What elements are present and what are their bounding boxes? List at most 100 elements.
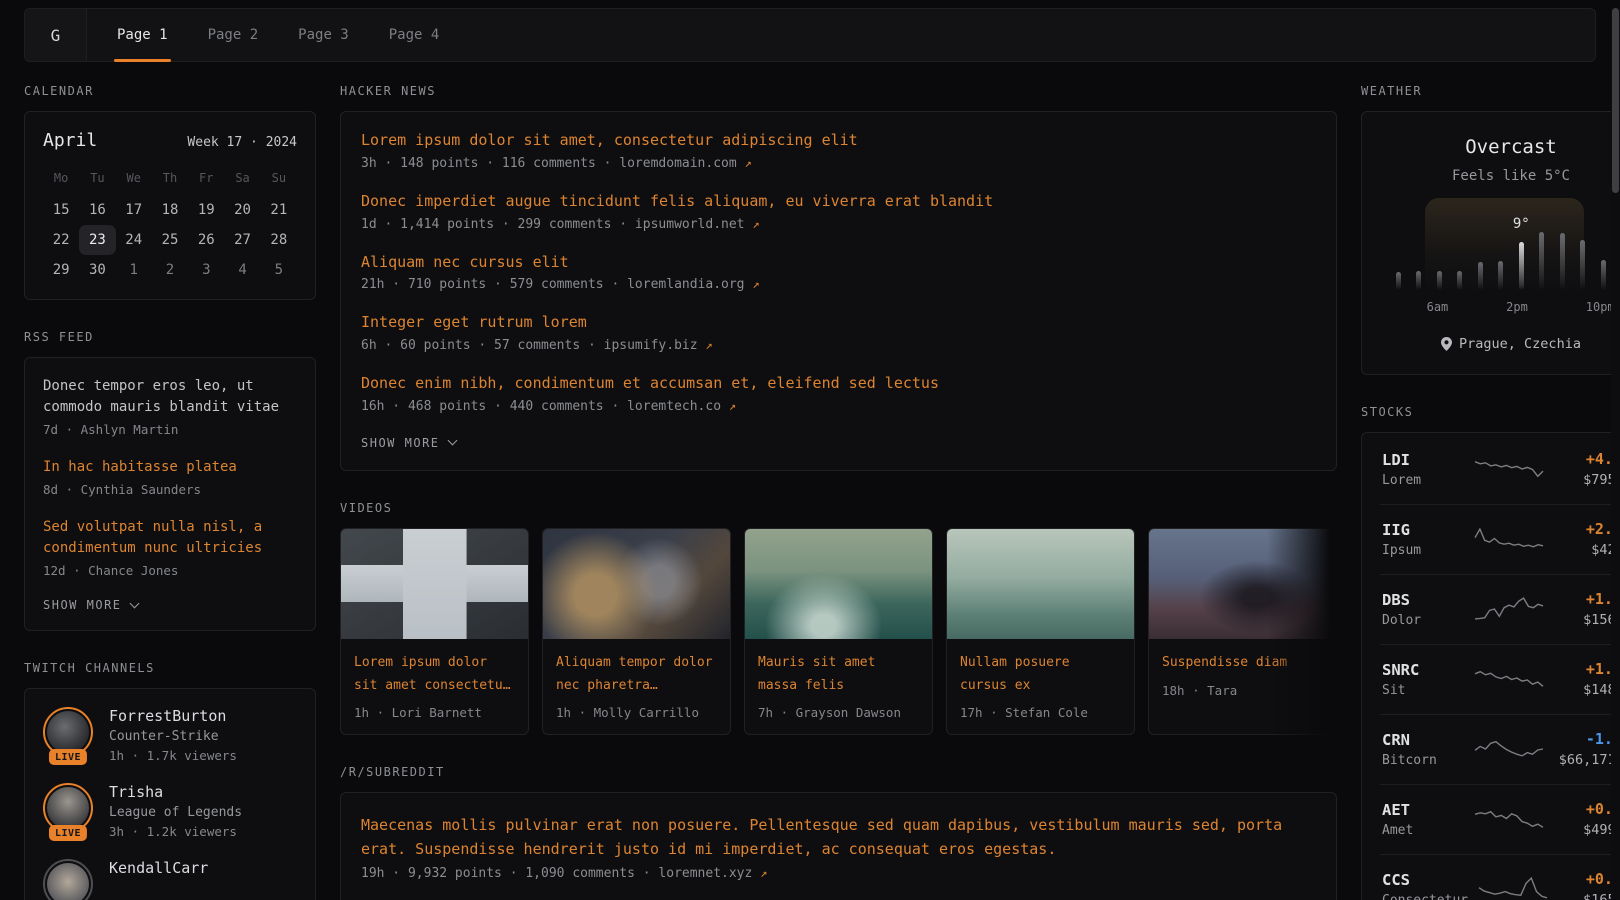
- calendar-day[interactable]: 3: [188, 255, 224, 285]
- calendar-day[interactable]: 20: [224, 195, 260, 225]
- calendar-day[interactable]: 17: [116, 195, 152, 225]
- video-title[interactable]: Aliquam tempor dolor nec pharetra…: [556, 655, 713, 693]
- video-thumbnail-sea[interactable]: [745, 529, 932, 639]
- stock-row[interactable]: LDILorem+4.35%$795.18: [1380, 435, 1620, 504]
- weather-bar-column: [1519, 242, 1524, 290]
- calendar-day[interactable]: 26: [188, 225, 224, 255]
- stock-row[interactable]: CCSConsectetur+0.51%$165.84: [1380, 854, 1620, 900]
- hackernews-item-meta: 21h · 710 points · 579 comments · loreml…: [361, 277, 1316, 292]
- video-thumbnail-camera[interactable]: [543, 529, 730, 639]
- video-title[interactable]: Lorem ipsum dolor sit amet consectetu…: [354, 655, 511, 693]
- hackernews-section-label: HACKER NEWS: [340, 84, 1337, 98]
- video-title[interactable]: Mauris sit amet massa felis: [758, 655, 875, 693]
- weather-bar: [1429, 214, 1450, 290]
- external-link-icon[interactable]: ↗: [745, 156, 752, 170]
- hackernews-item-title[interactable]: Lorem ipsum dolor sit amet, consectetur …: [361, 130, 858, 152]
- calendar-day[interactable]: 21: [261, 195, 297, 225]
- calendar-day[interactable]: 1: [116, 255, 152, 285]
- video-card: Mauris sit amet massa felis7h · Grayson …: [744, 528, 933, 736]
- stock-row[interactable]: SNRCSit+1.36%$148.64: [1380, 644, 1620, 714]
- video-thumbnail-towers[interactable]: [341, 529, 528, 639]
- stock-row[interactable]: DBSDolor+1.42%$156.28: [1380, 574, 1620, 644]
- hackernews-show-more-button[interactable]: SHOW MORE: [361, 436, 456, 450]
- rss-item-title[interactable]: In hac habitasse platea: [43, 457, 297, 478]
- tab-page-2[interactable]: Page 2: [208, 9, 259, 61]
- hackernews-item: Donec imperdiet augue tincidunt felis al…: [361, 191, 1316, 232]
- tab-page-1[interactable]: Page 1: [117, 9, 168, 61]
- rss-item-title[interactable]: Donec tempor eros leo, ut commodo mauris…: [43, 376, 297, 418]
- weather-time-label: [1468, 300, 1487, 314]
- stock-row[interactable]: IIGIpsum+2.84%$42.04: [1380, 504, 1620, 574]
- hackernews-item-title[interactable]: Aliquam nec cursus elit: [361, 252, 569, 274]
- hackernews-item: Lorem ipsum dolor sit amet, consectetur …: [361, 130, 1316, 171]
- calendar-day[interactable]: 30: [79, 255, 115, 285]
- calendar-card: April Week 17 · 2024 MoTuWeThFrSaSu 1516…: [24, 111, 316, 300]
- calendar-day[interactable]: 15: [43, 195, 79, 225]
- hackernews-item-title[interactable]: Integer eget rutrum lorem: [361, 312, 587, 334]
- calendar-day[interactable]: 2: [152, 255, 188, 285]
- weather-bar: [1491, 214, 1512, 290]
- video-thumbnail-fog[interactable]: [1149, 529, 1336, 639]
- channel-name[interactable]: ForrestBurton: [109, 707, 237, 725]
- weather-bar: [1573, 214, 1594, 290]
- page-scrollbar[interactable]: [1611, 8, 1620, 900]
- hackernews-item-title[interactable]: Donec imperdiet augue tincidunt felis al…: [361, 191, 993, 213]
- calendar-day[interactable]: 25: [152, 225, 188, 255]
- twitch-channel-row[interactable]: LIVE ForrestBurtonCounter-Strike1h · 1.7k…: [43, 707, 297, 763]
- external-link-icon[interactable]: ↗: [705, 338, 712, 352]
- calendar-weekday-row: MoTuWeThFrSaSu: [43, 165, 297, 195]
- calendar-days: 1516171819202122232425262728293012345: [43, 195, 297, 285]
- twitch-channel-row[interactable]: LIVETrishaLeague of Legends3h · 1.2k vie…: [43, 783, 297, 839]
- video-meta: 1h · Molly Carrillo: [556, 705, 717, 720]
- twitch-channel-info: ForrestBurtonCounter-Strike1h · 1.7k vie…: [109, 707, 237, 763]
- stock-row[interactable]: CRNBitcorn-1.00%$66,171.48: [1380, 714, 1620, 784]
- hackernews-item-title[interactable]: Donec enim nibh, condimentum et accumsan…: [361, 373, 939, 395]
- video-title[interactable]: Nullam posuere cursus ex: [960, 655, 1070, 693]
- channel-name[interactable]: Trisha: [109, 783, 242, 801]
- stock-row[interactable]: AETAmet+0.92%$499.72: [1380, 784, 1620, 854]
- external-link-icon[interactable]: ↗: [760, 866, 767, 880]
- scrollbar-thumb[interactable]: [1612, 8, 1619, 193]
- calendar-day[interactable]: 29: [43, 255, 79, 285]
- tab-page-3[interactable]: Page 3: [298, 9, 349, 61]
- calendar-day[interactable]: 22: [43, 225, 79, 255]
- stock-symbol: DBS: [1382, 591, 1464, 609]
- calendar-day[interactable]: 28: [261, 225, 297, 255]
- twitch-avatar-wrap: LIVE: [43, 707, 93, 761]
- weather-time-label: [1566, 300, 1585, 314]
- calendar-day[interactable]: 5: [261, 255, 297, 285]
- video-thumbnail-canoe[interactable]: [947, 529, 1134, 639]
- calendar-day[interactable]: 19: [188, 195, 224, 225]
- tab-page-4[interactable]: Page 4: [389, 9, 440, 61]
- channel-name[interactable]: KendallCarr: [109, 859, 208, 877]
- external-link-icon[interactable]: ↗: [729, 399, 736, 413]
- channel-meta: 1h · 1.7k viewers: [109, 748, 237, 763]
- channel-meta: 3h · 1.2k viewers: [109, 824, 242, 839]
- calendar-day[interactable]: 18: [152, 195, 188, 225]
- stock-identity: IIGIpsum: [1382, 521, 1464, 558]
- calendar-weekday: Th: [152, 165, 188, 195]
- weather-bar: [1614, 214, 1620, 290]
- calendar-day[interactable]: 27: [224, 225, 260, 255]
- external-link-icon[interactable]: ↗: [752, 277, 759, 291]
- stock-sparkline: [1474, 524, 1548, 554]
- calendar-section-label: CALENDAR: [24, 84, 316, 98]
- rss-show-more-button[interactable]: SHOW MORE: [43, 598, 138, 612]
- calendar-day[interactable]: 4: [224, 255, 260, 285]
- calendar-header: April Week 17 · 2024: [43, 130, 297, 151]
- calendar-day[interactable]: 16: [79, 195, 115, 225]
- rss-item-title[interactable]: Sed volutpat nulla nisl, a condimentum n…: [43, 517, 297, 559]
- stock-sparkline: [1474, 804, 1548, 834]
- video-meta: 18h · Tara: [1162, 683, 1323, 698]
- video-title[interactable]: Suspendisse diam: [1162, 655, 1287, 670]
- external-link-icon[interactable]: ↗: [752, 217, 759, 231]
- app-logo[interactable]: G: [25, 9, 87, 61]
- weather-time-label: [1448, 300, 1467, 314]
- video-card-body: Mauris sit amet massa felis7h · Grayson …: [745, 639, 932, 735]
- twitch-card: LIVE ForrestBurtonCounter-Strike1h · 1.7k…: [24, 688, 316, 900]
- calendar-day[interactable]: 24: [116, 225, 152, 255]
- rss-item-meta: 8d · Cynthia Saunders: [43, 482, 297, 497]
- subreddit-post-title[interactable]: Maecenas mollis pulvinar erat non posuer…: [361, 816, 1282, 858]
- twitch-channel-row[interactable]: KendallCarr: [43, 859, 297, 900]
- calendar-day-selected[interactable]: 23: [79, 225, 115, 255]
